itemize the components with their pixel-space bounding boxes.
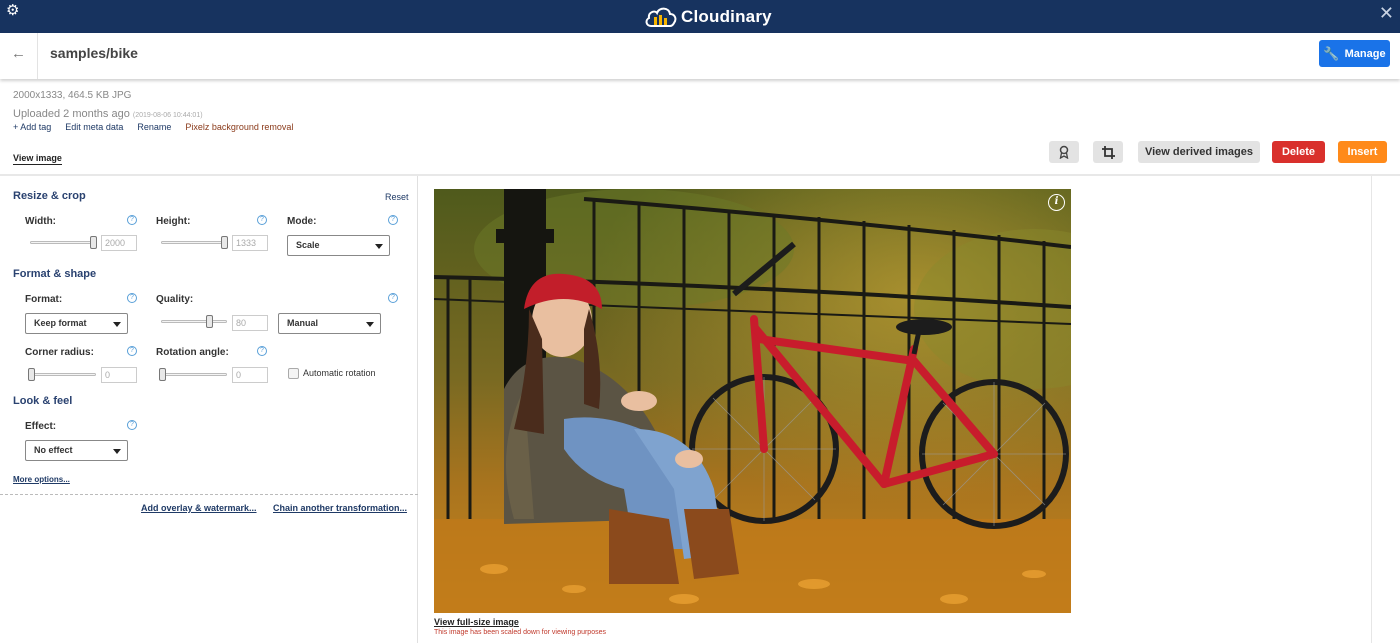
bike-photo bbox=[434, 189, 1071, 613]
gear-icon[interactable]: ⚙ bbox=[6, 3, 20, 18]
brand-logo: Cloudinary bbox=[645, 4, 772, 30]
cloud-logo-icon bbox=[645, 7, 677, 27]
effect-select-value: No effect bbox=[34, 445, 73, 455]
rotation-slider[interactable] bbox=[159, 368, 227, 381]
help-icon[interactable]: ? bbox=[127, 293, 137, 303]
height-slider[interactable] bbox=[161, 236, 228, 249]
chevron-down-icon bbox=[366, 322, 374, 327]
asset-title: samples/bike bbox=[50, 45, 138, 61]
help-icon[interactable]: ? bbox=[388, 293, 398, 303]
quality-label: Quality: bbox=[156, 294, 194, 305]
mode-select-value: Scale bbox=[296, 240, 320, 250]
asset-dimensions: 2000x1333, 464.5 KB JPG bbox=[13, 90, 132, 101]
view-full-size-link[interactable]: View full-size image bbox=[434, 617, 519, 627]
crop-icon bbox=[1101, 145, 1115, 159]
chain-transformation-link[interactable]: Chain another transformation... bbox=[273, 503, 407, 513]
insert-button[interactable]: Insert bbox=[1338, 141, 1387, 163]
help-icon[interactable]: ? bbox=[257, 215, 267, 225]
corner-radius-slider[interactable] bbox=[28, 368, 96, 381]
dashed-divider bbox=[0, 494, 418, 495]
effect-label: Effect: bbox=[25, 421, 57, 432]
help-icon[interactable]: ? bbox=[127, 346, 137, 356]
award-icon bbox=[1059, 145, 1069, 159]
manage-button[interactable]: 🔧 Manage bbox=[1319, 40, 1390, 67]
corner-radius-label: Corner radius: bbox=[25, 347, 94, 358]
corner-radius-slider-handle[interactable] bbox=[28, 368, 35, 381]
resize-crop-title: Resize & crop bbox=[13, 190, 86, 202]
help-icon[interactable]: ? bbox=[257, 346, 267, 356]
help-icon[interactable]: ? bbox=[388, 215, 398, 225]
effect-select[interactable]: No effect bbox=[25, 440, 128, 461]
width-slider[interactable] bbox=[30, 236, 97, 249]
award-button[interactable] bbox=[1049, 141, 1079, 163]
corner-radius-input[interactable]: 0 bbox=[101, 367, 137, 383]
delete-button[interactable]: Delete bbox=[1272, 141, 1325, 163]
format-select[interactable]: Keep format bbox=[25, 313, 128, 334]
quality-mode-select[interactable]: Manual bbox=[278, 313, 381, 334]
uploaded-text: Uploaded 2 months ago bbox=[13, 108, 130, 120]
chevron-down-icon bbox=[375, 244, 383, 249]
view-derived-button[interactable]: View derived images bbox=[1138, 141, 1260, 163]
brand-name: Cloudinary bbox=[681, 7, 772, 26]
quality-mode-value: Manual bbox=[287, 318, 319, 328]
tab-view-image[interactable]: View image bbox=[13, 153, 62, 165]
asset-header: ← samples/bike 🔧 Manage bbox=[0, 33, 1400, 79]
width-input[interactable]: 2000 bbox=[101, 235, 137, 251]
rename-link[interactable]: Rename bbox=[137, 122, 171, 132]
look-feel-title: Look & feel bbox=[13, 395, 73, 407]
quality-input[interactable]: 80 bbox=[232, 315, 268, 331]
help-icon[interactable]: ? bbox=[127, 420, 137, 430]
quality-slider-handle[interactable] bbox=[206, 315, 213, 328]
auto-rotation-checkbox[interactable] bbox=[288, 368, 299, 379]
chevron-down-icon bbox=[113, 449, 121, 454]
height-slider-handle[interactable] bbox=[221, 236, 228, 249]
width-slider-handle[interactable] bbox=[90, 236, 97, 249]
right-divider bbox=[1371, 176, 1372, 643]
mode-label: Mode: bbox=[287, 216, 317, 227]
mode-select[interactable]: Scale bbox=[287, 235, 390, 256]
help-icon[interactable]: ? bbox=[127, 215, 137, 225]
chevron-down-icon bbox=[113, 322, 121, 327]
add-tag-link[interactable]: + Add tag bbox=[13, 122, 51, 132]
manage-label: Manage bbox=[1344, 47, 1386, 60]
reset-link[interactable]: Reset bbox=[385, 192, 409, 202]
height-input[interactable]: 1333 bbox=[232, 235, 268, 251]
quality-slider[interactable] bbox=[161, 315, 227, 328]
more-options-link[interactable]: More options... bbox=[13, 475, 70, 484]
rotation-input[interactable]: 0 bbox=[232, 367, 268, 383]
transform-panel: Resize & crop Reset Width: ? 2000 Height… bbox=[0, 176, 418, 643]
format-label: Format: bbox=[25, 294, 63, 305]
asset-meta: 2000x1333, 464.5 KB JPG Uploaded 2 month… bbox=[13, 90, 203, 126]
edit-metadata-link[interactable]: Edit meta data bbox=[65, 122, 123, 132]
format-select-value: Keep format bbox=[34, 318, 87, 328]
pixelz-link[interactable]: Pixelz background removal bbox=[185, 122, 293, 132]
add-overlay-link[interactable]: Add overlay & watermark... bbox=[141, 503, 257, 513]
rotation-angle-label: Rotation angle: bbox=[156, 347, 229, 358]
height-label: Height: bbox=[156, 216, 191, 227]
width-label: Width: bbox=[25, 216, 57, 227]
info-icon[interactable]: i bbox=[1048, 194, 1065, 211]
top-bar: ⚙ Cloudinary ✕ bbox=[0, 0, 1400, 33]
uploaded-timestamp: (2019-08-06 10:44:01) bbox=[132, 112, 203, 119]
crop-button[interactable] bbox=[1093, 141, 1123, 163]
auto-rotation-label: Automatic rotation bbox=[303, 368, 376, 378]
format-shape-title: Format & shape bbox=[13, 268, 97, 280]
preview-image[interactable]: i bbox=[434, 189, 1071, 613]
header-divider bbox=[37, 33, 38, 79]
back-arrow-icon[interactable]: ← bbox=[11, 45, 26, 62]
scaled-note: This image has been scaled down for view… bbox=[434, 629, 606, 636]
close-icon[interactable]: ✕ bbox=[1379, 4, 1394, 22]
rotation-slider-handle[interactable] bbox=[159, 368, 166, 381]
wrench-icon: 🔧 bbox=[1323, 45, 1340, 61]
meta-actions: + Add tag Edit meta data Rename Pixelz b… bbox=[13, 122, 293, 132]
